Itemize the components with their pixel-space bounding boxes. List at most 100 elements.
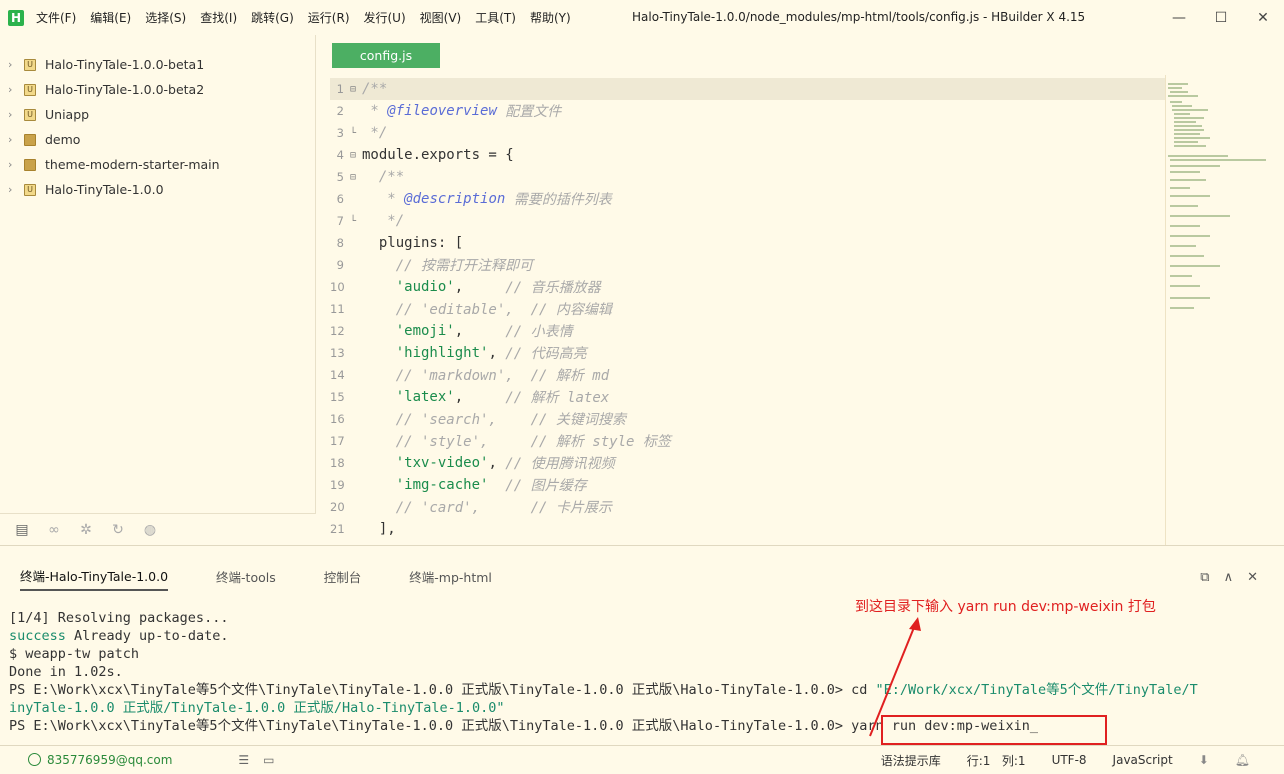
code-line[interactable]: 12 'emoji', // 小表情: [330, 320, 1165, 342]
close-button[interactable]: ✕: [1242, 0, 1284, 35]
menu-item[interactable]: 帮助(Y): [530, 9, 571, 26]
bell-icon[interactable]: 🔔︎: [1235, 753, 1250, 767]
user-account[interactable]: 835776959@qq.com: [28, 753, 172, 767]
code-line[interactable]: 10 'audio', // 音乐播放器: [330, 276, 1165, 298]
maximize-button[interactable]: ☐: [1200, 0, 1242, 35]
code-editor[interactable]: config.js 1 ⊟/** 2 * @fileoverview 配置文件 3 └ …: [330, 35, 1165, 545]
tree-item[interactable]: › demo: [0, 127, 315, 152]
terminal-text: Done in 1.02s.: [9, 664, 123, 680]
tab-config-js[interactable]: config.js: [332, 43, 440, 68]
line-number: 14: [330, 368, 345, 382]
terminal-text: Already up-to-date.: [65, 628, 229, 644]
code-token: // 使用腾讯视频: [505, 456, 615, 472]
fold-toggle-icon[interactable]: ⊟: [344, 150, 362, 161]
menu-item[interactable]: 工具(T): [475, 9, 516, 26]
minimap-line: [1170, 165, 1220, 167]
code-token: 'emoji': [395, 323, 455, 339]
code-token: */: [362, 125, 388, 141]
menu-item[interactable]: 视图(V): [420, 9, 462, 26]
list-icon[interactable]: ☰: [238, 753, 249, 767]
encoding-label[interactable]: UTF-8: [1052, 753, 1087, 767]
minimap-line: [1170, 179, 1206, 181]
minimap-line: [1174, 117, 1204, 119]
window-title: Halo-TinyTale-1.0.0/node_modules/mp-html…: [632, 10, 1086, 24]
code-line[interactable]: 6 * @description 需要的插件列表: [330, 188, 1165, 210]
minimap-line: [1170, 265, 1220, 267]
tree-item[interactable]: › theme-modern-starter-main: [0, 152, 315, 177]
code-line[interactable]: 11 // 'editable', // 内容编辑: [330, 298, 1165, 320]
code-line[interactable]: 21 ],: [330, 518, 1165, 540]
language-label[interactable]: JavaScript: [1113, 753, 1173, 767]
chevron-right-icon[interactable]: ›: [8, 83, 24, 96]
line-number: 4: [336, 148, 344, 162]
code-line[interactable]: 16 // 'search', // 关键词搜索: [330, 408, 1165, 430]
code-line[interactable]: 13 'highlight', // 代码高亮: [330, 342, 1165, 364]
menu-item[interactable]: 跳转(G): [251, 9, 294, 26]
code-line[interactable]: 9 // 按需打开注释即可: [330, 254, 1165, 276]
plugin-icon[interactable]: ↻: [102, 522, 134, 538]
code-line[interactable]: 15 'latex', // 解析 latex: [330, 386, 1165, 408]
code-token: /**: [362, 169, 405, 185]
code-line[interactable]: 14 // 'markdown', // 解析 md: [330, 364, 1165, 386]
code-line[interactable]: 19 'img-cache' // 图片缓存: [330, 474, 1165, 496]
code-line[interactable]: 3 └ */: [330, 122, 1165, 144]
tree-item[interactable]: › U Uniapp: [0, 102, 315, 127]
chevron-right-icon[interactable]: ›: [8, 158, 24, 171]
chevron-right-icon[interactable]: ›: [8, 58, 24, 71]
tree-item[interactable]: › U Halo-TinyTale-1.0.0-beta2: [0, 77, 315, 102]
code-line[interactable]: 18 'txv-video', // 使用腾讯视频: [330, 452, 1165, 474]
chevron-right-icon[interactable]: ›: [8, 108, 24, 121]
download-icon[interactable]: ⬇: [1199, 753, 1209, 767]
tree-item[interactable]: › U Halo-TinyTale-1.0.0-beta1: [0, 52, 315, 77]
line-number: 6: [336, 192, 344, 206]
menu-item[interactable]: 编辑(E): [90, 9, 131, 26]
minimap-line: [1170, 297, 1210, 299]
code-line[interactable]: 2 * @fileoverview 配置文件: [330, 100, 1165, 122]
fold-toggle-icon[interactable]: ⊟: [344, 172, 362, 183]
chevron-right-icon[interactable]: ›: [8, 183, 24, 196]
syntax-hint-label[interactable]: 语法提示库: [881, 752, 941, 769]
menu-item[interactable]: 选择(S): [145, 9, 186, 26]
tree-item-label: theme-modern-starter-main: [45, 157, 220, 172]
line-number: 10: [330, 280, 345, 294]
terminal-line: PS E:\Work\xcx\TinyTale等5个文件\TinyTale\Ti…: [9, 681, 1269, 699]
files-icon[interactable]: ▤: [6, 522, 38, 538]
collapse-icon[interactable]: ∧: [1224, 570, 1234, 585]
terminal-text: success: [9, 628, 66, 644]
menu-item[interactable]: 发行(U): [364, 9, 406, 26]
menu-item[interactable]: 查找(I): [200, 9, 237, 26]
code-line[interactable]: 5 ⊟ /**: [330, 166, 1165, 188]
debug-glasses-icon[interactable]: ∞: [38, 522, 70, 538]
code-line[interactable]: 20 // 'card', // 卡片展示: [330, 496, 1165, 518]
menu-item[interactable]: 运行(R): [308, 9, 350, 26]
line-number: 2: [336, 104, 344, 118]
minimap-line: [1170, 225, 1200, 227]
tree-item[interactable]: › U Halo-TinyTale-1.0.0: [0, 177, 315, 202]
code-area[interactable]: 1 ⊟/** 2 * @fileoverview 配置文件 3 └ */4 ⊟ module…: [330, 78, 1165, 540]
minimize-button[interactable]: —: [1158, 0, 1200, 35]
chevron-right-icon[interactable]: ›: [8, 133, 24, 146]
fold-toggle-icon[interactable]: ⊟: [344, 84, 362, 95]
terminal-tab[interactable]: 控制台: [324, 563, 362, 590]
terminal-tab[interactable]: 终端-tools: [216, 563, 276, 590]
code-line[interactable]: 4 ⊟ module.exports = {: [330, 144, 1165, 166]
code-line[interactable]: 1 ⊟/**: [330, 78, 1165, 100]
code-line[interactable]: 17 // 'style', // 解析 style 标签: [330, 430, 1165, 452]
minimap-line: [1172, 105, 1192, 107]
globe-icon[interactable]: ◍: [134, 522, 166, 538]
minimap[interactable]: [1165, 75, 1273, 545]
cursor-position[interactable]: 行:1 列:1: [967, 752, 1026, 769]
bug-icon[interactable]: ✲: [70, 522, 102, 538]
terminal-tab[interactable]: 终端-Halo-TinyTale-1.0.0: [20, 562, 169, 591]
code-line[interactable]: 7 └ */: [330, 210, 1165, 232]
terminal-tab[interactable]: 终端-mp-html: [409, 563, 492, 590]
code-line[interactable]: 8 plugins: [: [330, 232, 1165, 254]
menu-item[interactable]: 文件(F): [36, 9, 76, 26]
uniapp-project-icon: U: [24, 58, 36, 71]
export-icon[interactable]: ⧉: [1200, 570, 1209, 585]
terminal-icon[interactable]: ▭: [263, 753, 274, 767]
close-all-icon[interactable]: ✕: [1247, 570, 1258, 585]
